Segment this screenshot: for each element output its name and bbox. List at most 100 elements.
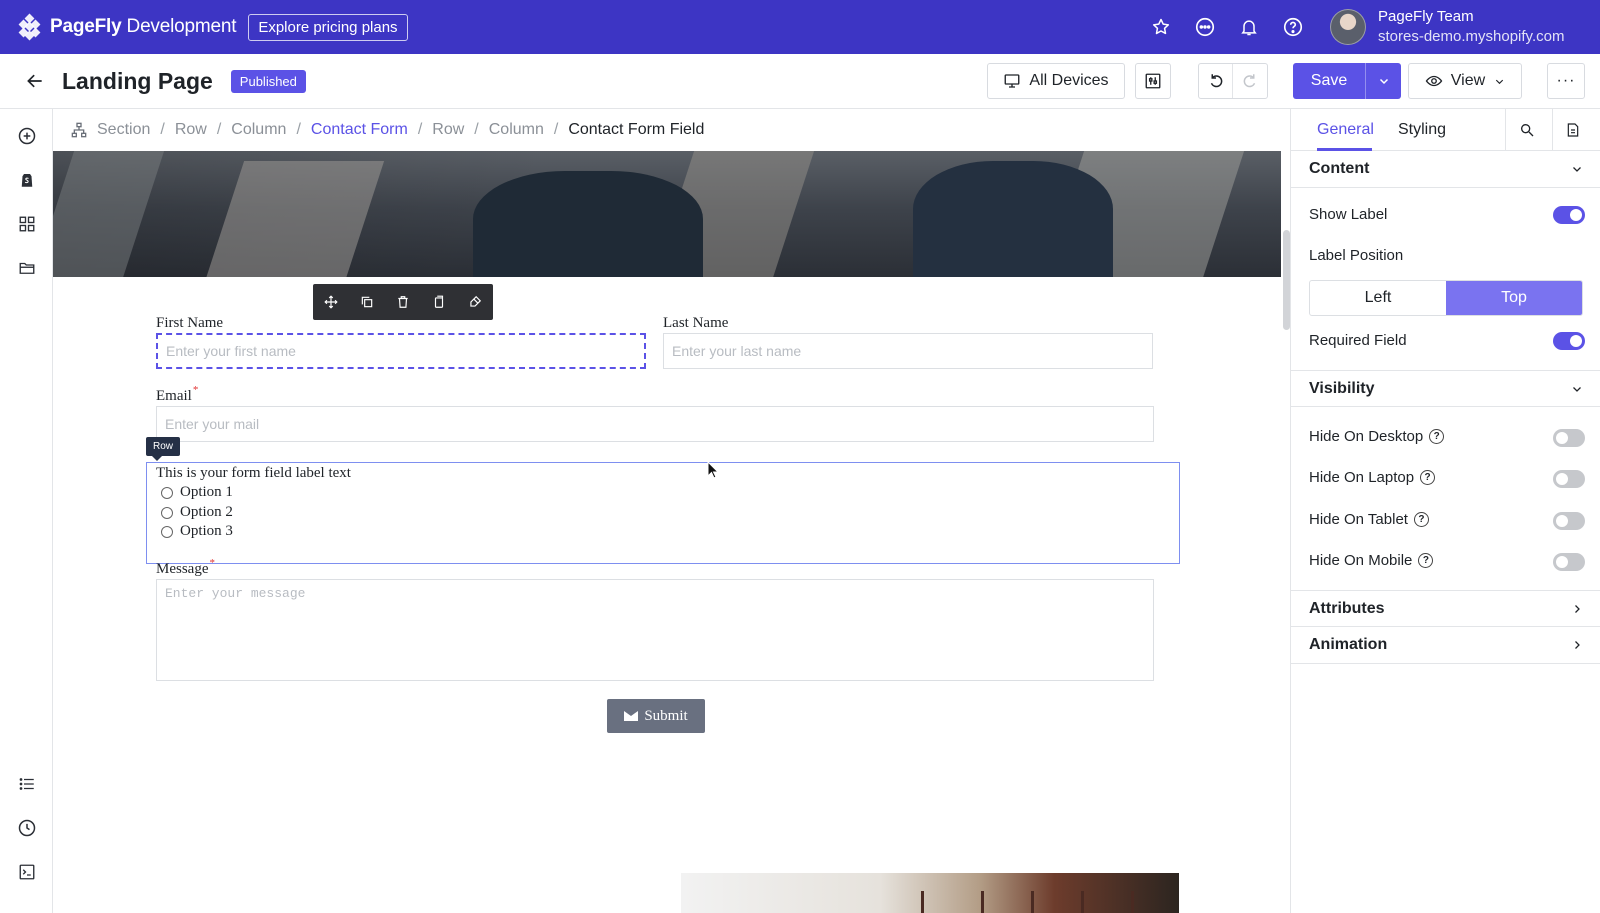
email-field[interactable]: Enter your mail [156, 406, 1154, 442]
help-icon[interactable]: ? [1413, 512, 1429, 527]
back-arrow-icon[interactable] [22, 68, 48, 94]
required-asterisk: * [209, 557, 216, 569]
hide-on-desktop-label: Hide On Desktop? [1309, 428, 1445, 445]
help-icon[interactable]: ? [1420, 470, 1436, 485]
save-options-dropdown[interactable] [1365, 63, 1401, 99]
breadcrumb-contact-form[interactable]: Contact Form [311, 121, 408, 139]
sections-grid-icon[interactable] [15, 212, 39, 236]
duplicate-icon[interactable] [357, 292, 377, 312]
chevron-down-icon [1573, 387, 1581, 392]
show-label-toggle[interactable] [1553, 206, 1585, 224]
paint-brush-icon[interactable] [465, 292, 485, 312]
radio-group-label: This is your form field label text [156, 465, 351, 481]
hide-on-mobile-label: Hide On Mobile? [1309, 552, 1434, 569]
message-textarea[interactable]: Enter your message [156, 579, 1154, 681]
submit-button[interactable]: Submit [607, 699, 705, 733]
last-name-label: Last Name [663, 315, 729, 331]
copy-icon[interactable] [429, 292, 449, 312]
more-options-button[interactable]: ··· [1547, 63, 1585, 99]
hide-on-laptop-label: Hide On Laptop? [1309, 469, 1436, 486]
attributes-section-header[interactable]: Attributes [1291, 590, 1600, 627]
breadcrumb-separator: / [474, 121, 479, 138]
canvas-scrollbar[interactable] [1283, 230, 1290, 330]
visibility-section-header[interactable]: Visibility [1291, 370, 1600, 407]
undo-icon[interactable] [1199, 64, 1233, 98]
row-tag[interactable]: Row [146, 437, 181, 461]
save-button-group: Save [1293, 63, 1401, 99]
chevron-right-icon [1575, 605, 1580, 613]
sliders-icon [1145, 73, 1161, 89]
breadcrumb-column[interactable]: Column [489, 121, 544, 139]
breadcrumb-section[interactable]: Section [97, 121, 150, 139]
hero-image[interactable] [53, 151, 1281, 277]
shopify-icon[interactable] [15, 168, 39, 192]
add-element-icon[interactable] [15, 124, 39, 148]
first-name-field[interactable]: Enter your first name [156, 333, 646, 369]
trash-icon[interactable] [393, 292, 413, 312]
tab-styling[interactable]: Styling [1398, 121, 1446, 139]
bell-icon[interactable] [1236, 14, 1262, 40]
hide-on-laptop-toggle[interactable] [1553, 470, 1585, 488]
breadcrumb-separator: / [160, 121, 165, 138]
label-position-top[interactable]: Top [1446, 281, 1582, 315]
content-section-header[interactable]: Content [1291, 151, 1600, 188]
top-bar: PageFly Development Explore pricing plan… [0, 0, 1600, 54]
radio-option[interactable]: Option 2 [161, 504, 233, 521]
mouse-cursor-icon [707, 460, 720, 484]
hide-on-tablet-label: Hide On Tablet? [1309, 511, 1429, 528]
folder-icon[interactable] [15, 256, 39, 280]
document-icon[interactable] [1561, 118, 1585, 142]
chevron-down-icon [1573, 167, 1581, 172]
label-position-selector: Left Top [1309, 280, 1583, 316]
editor-canvas[interactable]: First Name Enter your first name Last Na… [53, 151, 1281, 913]
hide-on-desktop-toggle[interactable] [1553, 429, 1585, 447]
redo-icon[interactable] [1233, 64, 1267, 98]
radio-option[interactable]: Option 1 [161, 484, 233, 501]
breadcrumb-separator: / [216, 121, 222, 138]
panel-tabs: General Styling [1291, 109, 1600, 151]
view-button[interactable]: View [1408, 63, 1522, 99]
label-position-label: Label Position [1309, 247, 1404, 264]
editor-header: Landing Page Published All Devices Save … [0, 54, 1600, 109]
explore-pricing-button[interactable]: Explore pricing plans [248, 13, 408, 41]
hierarchy-icon [71, 122, 87, 138]
search-icon[interactable] [1515, 118, 1539, 142]
settings-sliders-button[interactable] [1135, 63, 1171, 99]
last-name-field[interactable]: Enter your last name [663, 333, 1153, 369]
save-button[interactable]: Save [1293, 63, 1365, 99]
chevron-down-icon [1496, 79, 1504, 84]
avatar [1330, 9, 1366, 45]
radio-circle [161, 506, 173, 519]
star-icon[interactable] [1148, 14, 1174, 40]
monitor-icon [1004, 74, 1020, 88]
radio-option[interactable]: Option 3 [161, 523, 233, 540]
breadcrumb-row[interactable]: Row [432, 121, 464, 139]
required-field-toggle[interactable] [1553, 332, 1585, 350]
envelope-icon [624, 711, 639, 721]
chat-icon[interactable] [1192, 14, 1218, 40]
radio-circle [161, 525, 173, 538]
help-icon[interactable]: ? [1418, 553, 1434, 568]
app-logo[interactable]: PageFly Development [18, 13, 237, 41]
terminal-icon[interactable] [15, 860, 39, 884]
user-store: stores-demo.myshopify.com [1378, 28, 1565, 45]
history-clock-icon[interactable] [15, 816, 39, 840]
list-icon[interactable] [15, 772, 39, 796]
hide-on-tablet-toggle[interactable] [1553, 512, 1585, 530]
move-icon[interactable] [321, 292, 341, 312]
help-icon[interactable]: ? [1429, 429, 1445, 444]
bookshelf-image[interactable] [681, 873, 1179, 913]
breadcrumb-separator: / [417, 121, 423, 138]
status-badge: Published [230, 69, 306, 93]
animation-section-header[interactable]: Animation [1291, 627, 1600, 664]
user-menu[interactable]: PageFly Team stores-demo.myshopify.com [1330, 7, 1564, 47]
help-icon[interactable] [1280, 14, 1306, 40]
tab-general[interactable]: General [1317, 121, 1374, 139]
device-selector-button[interactable]: All Devices [987, 63, 1125, 99]
breadcrumb-row[interactable]: Row [175, 121, 207, 139]
breadcrumb-column[interactable]: Column [231, 121, 286, 139]
label-position-left[interactable]: Left [1310, 281, 1446, 315]
first-name-label: First Name [156, 315, 224, 331]
app-title: PageFly Development [50, 16, 237, 37]
hide-on-mobile-toggle[interactable] [1553, 553, 1585, 571]
